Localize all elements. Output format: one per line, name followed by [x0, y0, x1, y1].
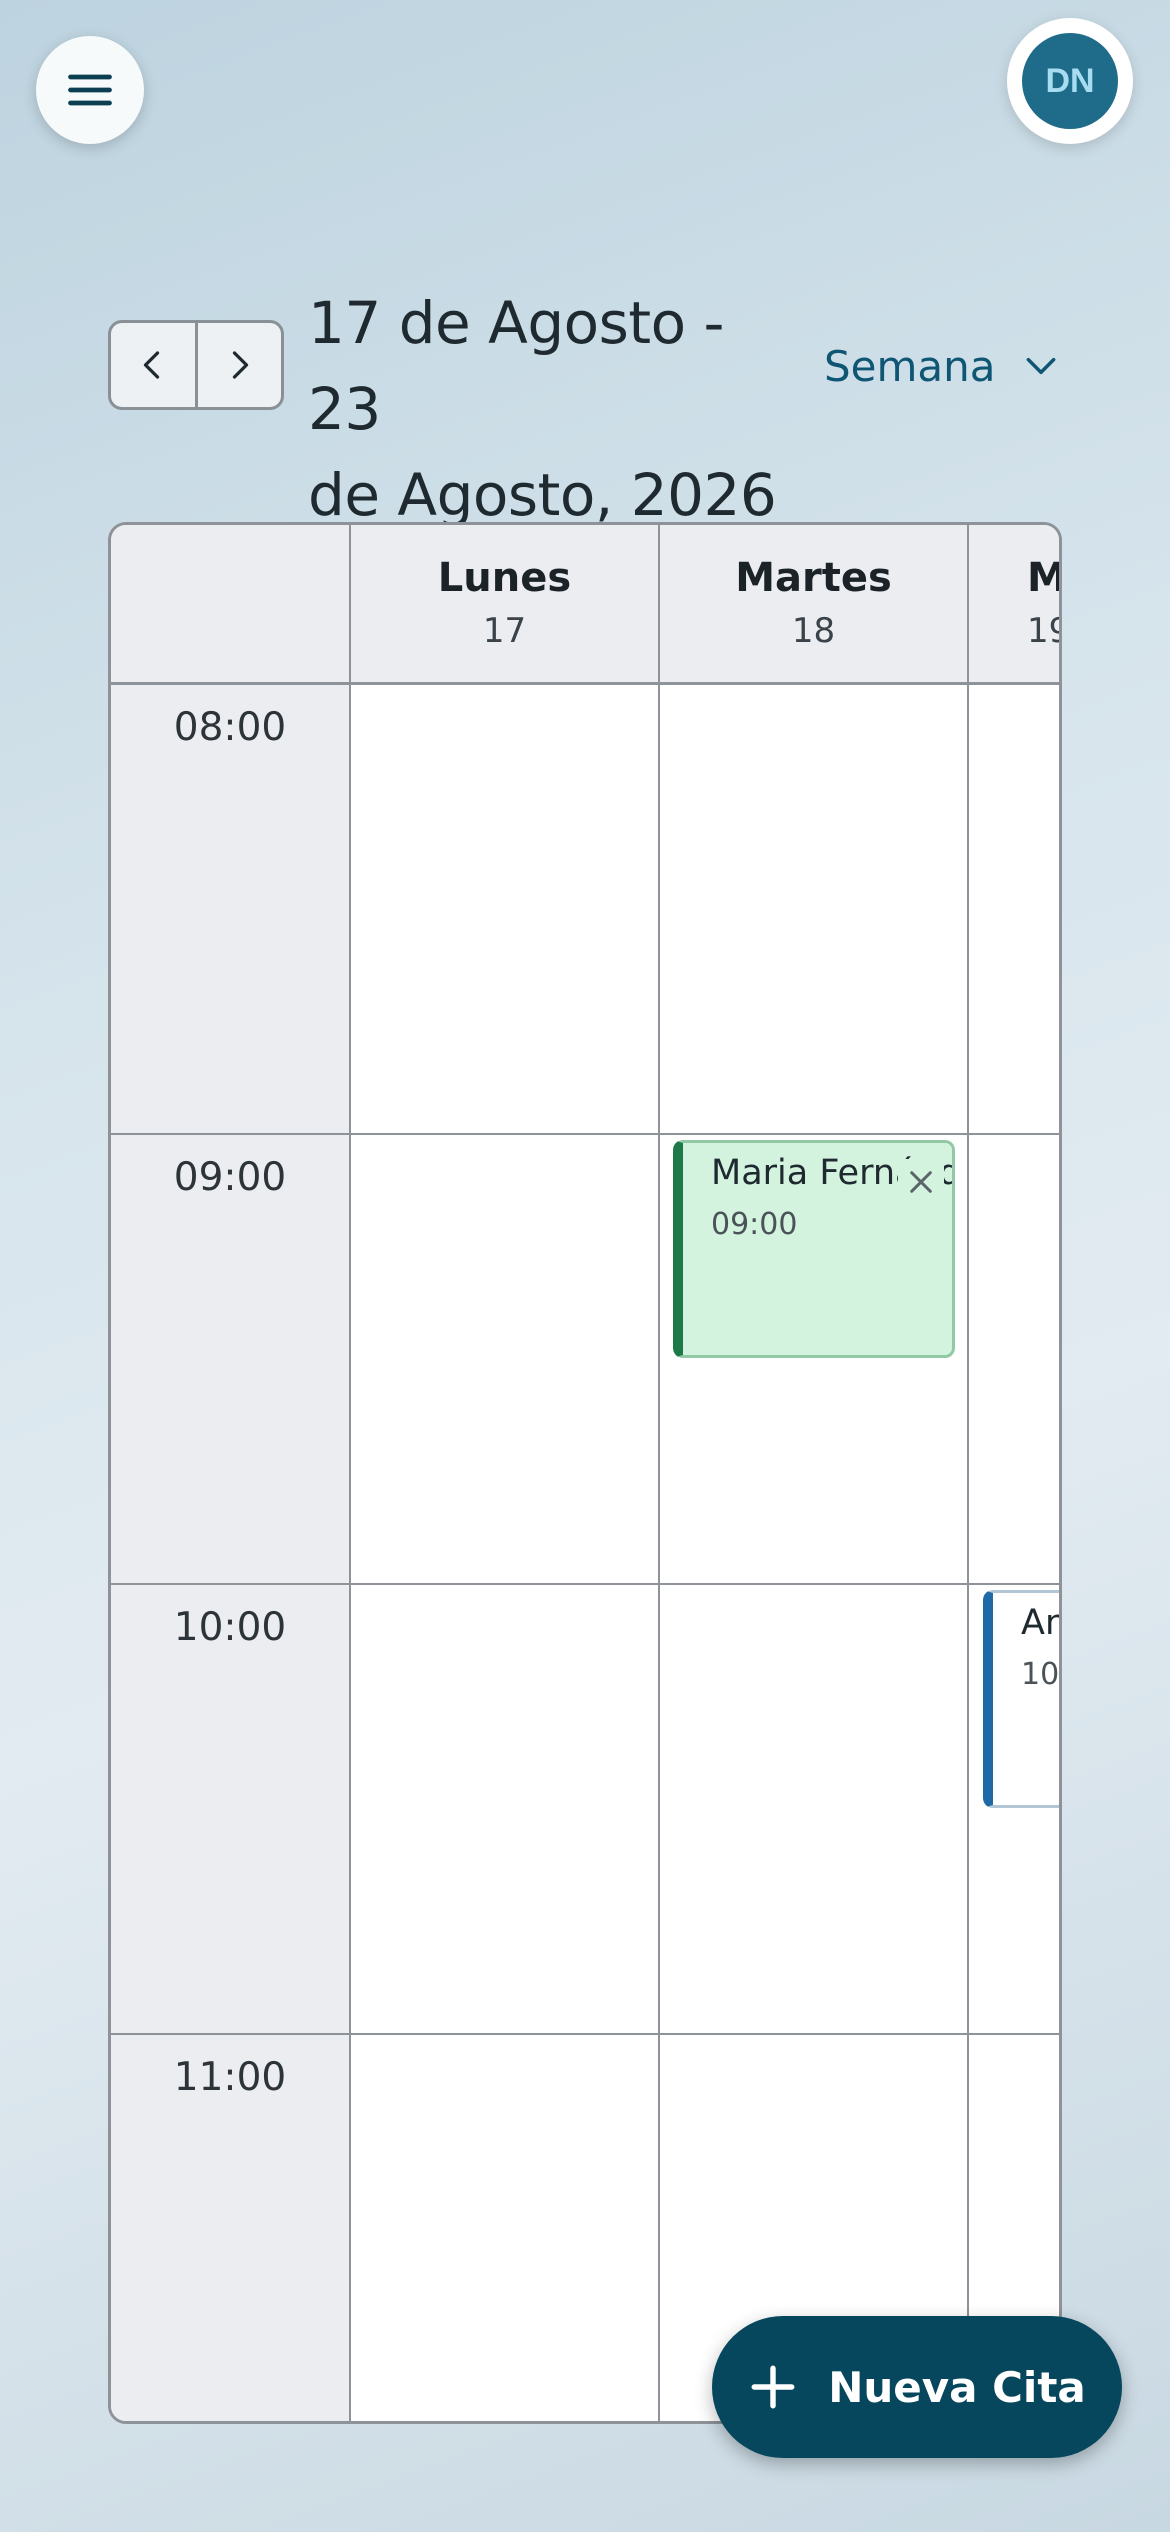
day-header-miercoles[interactable]: Miércoles 19 [969, 525, 1059, 685]
time-slot-label: 10:00 [111, 1585, 351, 2035]
week-navigation [108, 320, 284, 410]
slot-martes-0800[interactable] [660, 685, 969, 1135]
corner-header [111, 525, 351, 685]
slot-lunes-0800[interactable] [351, 685, 660, 1135]
appointment-time: 09:00 [711, 1207, 798, 1242]
chevron-down-icon [1026, 357, 1055, 375]
next-week-button[interactable] [194, 323, 282, 407]
time-slot-label: 09:00 [111, 1135, 351, 1585]
date-range-title: 17 de Agosto - 23 de Agosto, 2026 [308, 280, 808, 538]
time-slot-label: 11:00 [111, 2035, 351, 2421]
appointment-name: Andrea [1021, 1603, 1059, 1643]
close-icon [910, 1171, 932, 1193]
day-date: 18 [791, 611, 836, 651]
day-date: 19 [1027, 611, 1059, 651]
day-name: Lunes [437, 555, 572, 601]
date-range-line-1: 17 de Agosto - 23 [308, 289, 724, 443]
user-avatar-button[interactable]: DN [1007, 18, 1133, 144]
slot-martes-1000[interactable] [660, 1585, 969, 2035]
slot-miercoles-0800[interactable] [969, 685, 1059, 1135]
menu-button[interactable] [36, 36, 144, 144]
avatar: DN [1022, 33, 1118, 129]
view-mode-select[interactable]: Semana [824, 330, 1060, 402]
day-header-lunes[interactable]: Lunes 17 [351, 525, 660, 685]
chevron-right-icon [233, 351, 249, 379]
previous-week-button[interactable] [111, 323, 195, 407]
new-appointment-button[interactable]: Nueva Cita [712, 2316, 1122, 2458]
day-name: Martes [735, 555, 892, 601]
appointment-time: 10:00 [1021, 1657, 1060, 1692]
slot-miercoles-0900[interactable] [969, 1135, 1059, 1585]
time-slot-label: 08:00 [111, 685, 351, 1135]
new-appointment-label: Nueva Cita [828, 2362, 1086, 2412]
week-calendar: Lunes 17 Martes 18 Miércoles 19 08:00 09… [108, 522, 1062, 2424]
appointment-card[interactable]: Andrea 10:00 [983, 1590, 1060, 1808]
slot-lunes-1000[interactable] [351, 1585, 660, 2035]
day-date: 17 [482, 611, 527, 651]
slot-lunes-1100[interactable] [351, 2035, 660, 2421]
slot-lunes-0900[interactable] [351, 1135, 660, 1585]
hamburger-menu-icon [68, 74, 112, 106]
view-mode-label: Semana [824, 341, 996, 391]
appointment-card[interactable]: Maria Fernández 09:00 [673, 1140, 955, 1358]
plus-icon [751, 2365, 795, 2409]
day-header-martes[interactable]: Martes 18 [660, 525, 969, 685]
cancel-appointment-button[interactable] [898, 1159, 944, 1205]
day-name: Miércoles [1027, 555, 1059, 601]
chevron-left-icon [143, 351, 159, 379]
